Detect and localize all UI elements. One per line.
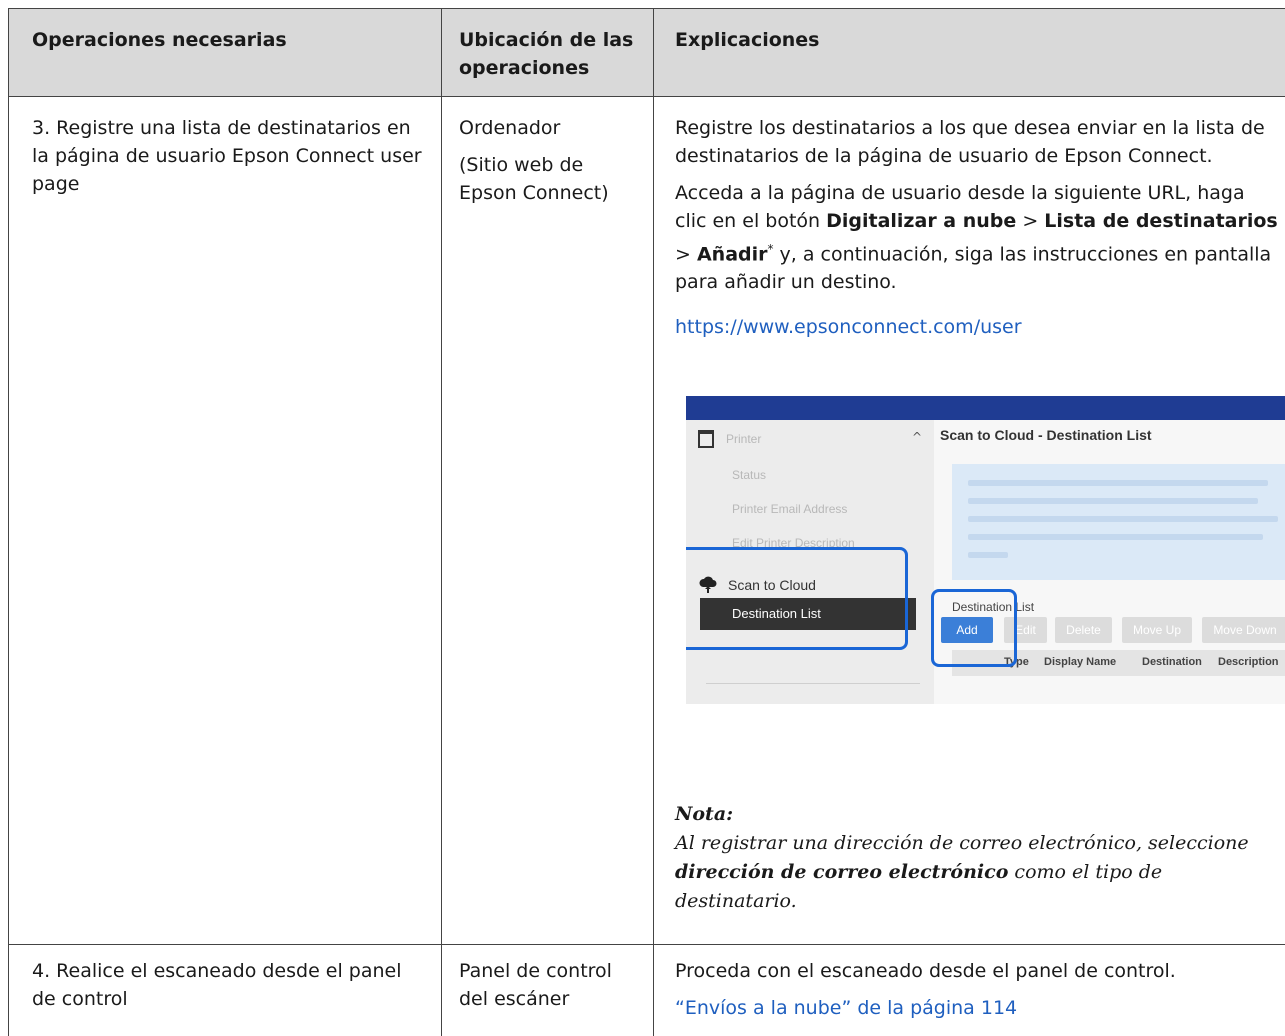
header-divider: [8, 96, 1285, 97]
header-explanations: Explicaciones: [675, 29, 820, 51]
sidebar-printer-label: Printer: [726, 432, 762, 446]
row3-explanation: Registre los destinatarios a los que des…: [675, 114, 1280, 341]
note-text-a: Al registrar una dirección de correo ele…: [675, 832, 1249, 854]
row3-paragraph-1: Registre los destinatarios a los que des…: [675, 117, 1265, 167]
chevron-up-icon: ^: [912, 430, 923, 444]
row4-paragraph: Proceda con el escaneado desde el panel …: [675, 960, 1176, 982]
para2-digitalizar-a-nube: Digitalizar a nube: [826, 210, 1017, 232]
para2-separator-2: >: [675, 243, 697, 266]
row4-operation: 4. Realice el escaneado desde el panel d…: [32, 960, 402, 1010]
move-down-button[interactable]: Move Down: [1202, 617, 1285, 643]
header-operations: Operaciones necesarias: [32, 29, 287, 51]
move-up-button[interactable]: Move Up: [1122, 617, 1192, 643]
para2-separator-1: >: [1016, 210, 1045, 232]
printer-icon: [698, 430, 714, 448]
sidebar-divider: [706, 683, 920, 684]
table-border-top: [8, 8, 1285, 9]
epson-connect-url-link[interactable]: https://www.epsonconnect.com/user: [675, 316, 1022, 338]
para2-lista-de-destinatarios: Lista de destinatarios: [1044, 210, 1278, 232]
row3-operation: 3. Registre una lista de destinatarios e…: [32, 117, 422, 195]
note-email-address: dirección de correo electrónico: [675, 861, 1009, 883]
header-location: Ubicación de las operaciones: [459, 29, 634, 79]
info-line: [968, 516, 1278, 522]
screenshot-topbar: [686, 396, 1285, 420]
note-block: Nota: Al registrar una dirección de corr…: [675, 800, 1280, 916]
column-description: Description: [1218, 656, 1279, 668]
row3-location-line1: Ordenador: [459, 117, 561, 139]
sidebar-status-label: Status: [732, 468, 767, 482]
highlight-add-button: [931, 589, 1017, 667]
sidebar-email-label: Printer Email Address: [732, 502, 848, 516]
column-destination: Destination: [1142, 656, 1202, 668]
row4-location: Panel de control del escáner: [459, 960, 612, 1010]
column-divider-1: [441, 8, 442, 1036]
table-border-left: [8, 8, 9, 1036]
row4-explanation: Proceda con el escaneado desde el panel …: [675, 957, 1280, 1022]
delete-button[interactable]: Delete: [1055, 617, 1112, 643]
screenshot-info-box: [952, 464, 1285, 580]
row3-paragraph-2: Acceda a la página de usuario desde la s…: [675, 179, 1280, 296]
row3-location: Ordenador (Sitio web de Epson Connect): [459, 114, 639, 207]
row-divider: [8, 944, 1285, 945]
row3-location-line2: (Sitio web de Epson Connect): [459, 154, 609, 204]
note-title: Nota:: [675, 803, 734, 825]
note-text: Al registrar una dirección de correo ele…: [675, 829, 1280, 916]
epson-connect-screenshot: Printer ^ Status Printer Email Address E…: [686, 396, 1285, 704]
screenshot-page-title: Scan to Cloud - Destination List: [940, 427, 1152, 443]
info-line: [968, 534, 1263, 540]
column-divider-2: [653, 8, 654, 1036]
info-line: [968, 480, 1268, 486]
para2-anadir: Añadir: [696, 243, 768, 266]
info-line: [968, 498, 1258, 504]
envios-a-la-nube-link[interactable]: “Envíos a la nube” de la página 114: [675, 997, 1017, 1019]
column-display-name: Display Name: [1044, 656, 1117, 668]
highlight-scan-to-cloud: [686, 547, 908, 650]
info-line: [968, 552, 1008, 558]
